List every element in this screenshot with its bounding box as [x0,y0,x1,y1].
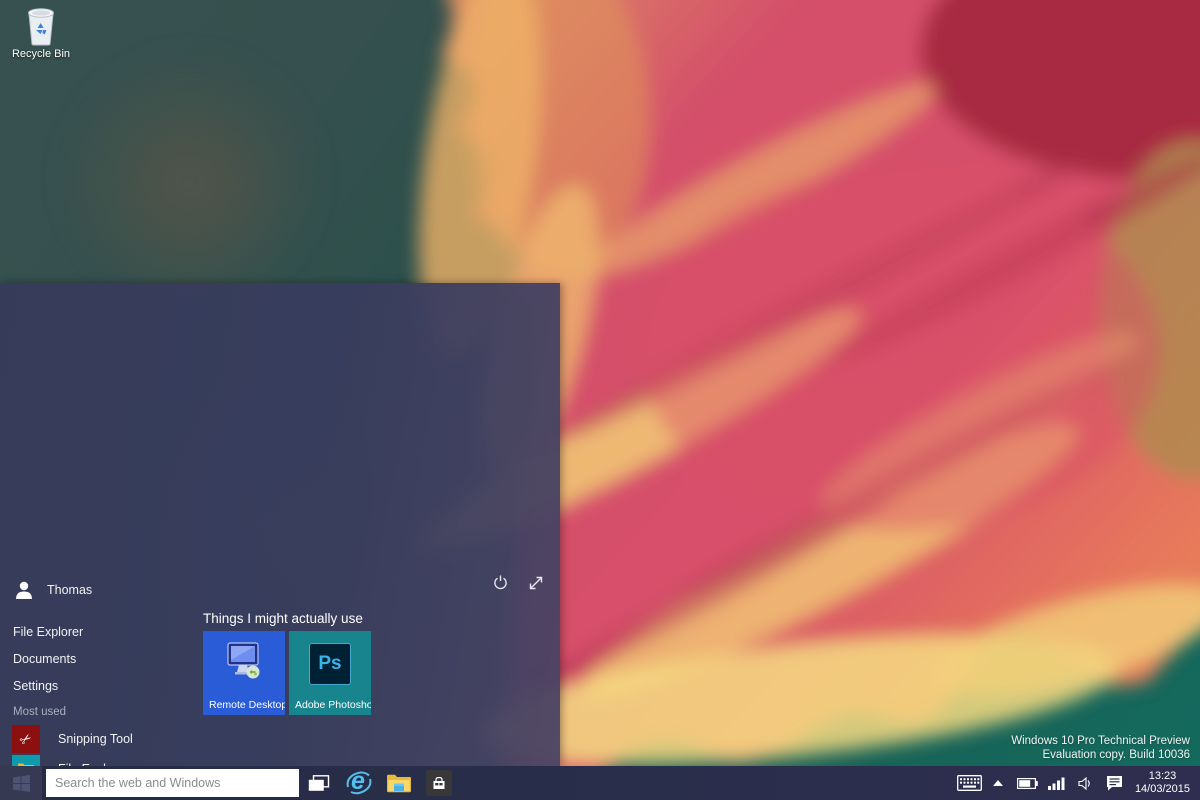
windows-logo-icon [13,775,30,792]
clock-date: 14/03/2015 [1135,783,1190,796]
battery-icon [1017,778,1038,789]
start-menu-item-file-explorer[interactable]: File Explorer [13,619,83,646]
chevron-up-icon [993,780,1003,786]
photoshop-tile-icon: Ps [289,643,371,685]
network-button[interactable] [1042,766,1071,800]
recycle-bin-icon [24,6,58,46]
task-view-button[interactable] [299,766,339,800]
clock-time: 13:23 [1135,770,1190,783]
battery-button[interactable] [1013,766,1042,800]
watermark-line2: Evaluation copy. Build 10036 [1011,748,1190,762]
tile-adobe-photoshop[interactable]: Ps Adobe Photoshop [289,631,371,715]
notifications-icon [1106,775,1123,791]
recycle-bin-desktop-icon[interactable]: Recycle Bin [8,6,74,60]
speaker-icon [1078,777,1092,790]
volume-button[interactable] [1071,766,1100,800]
start-menu-item-documents[interactable]: Documents [13,646,83,673]
start-menu-item-settings[interactable]: Settings [13,673,83,700]
user-avatar-icon [14,580,34,600]
clock[interactable]: 13:23 14/03/2015 [1129,770,1200,796]
expand-start-menu-button[interactable] [527,574,544,591]
background-blur-smudge [60,40,320,300]
watermark-line1: Windows 10 Pro Technical Preview [1011,734,1190,748]
user-account-button[interactable]: Thomas [14,580,92,600]
touch-keyboard-button[interactable] [955,766,984,800]
show-hidden-icons-button[interactable] [984,766,1013,800]
remote-desktop-tile-icon [203,641,285,681]
power-button[interactable] [492,574,509,591]
windows-store-button[interactable] [419,766,459,800]
recycle-bin-label: Recycle Bin [8,48,74,60]
keyboard-icon [957,775,982,791]
resize-diagonal-icon [528,575,544,591]
user-name: Thomas [47,583,92,597]
action-center-button[interactable] [1100,766,1129,800]
file-explorer-taskbar-icon [387,774,411,793]
tile-label: Adobe Photoshop [295,699,371,711]
system-tray: 13:23 14/03/2015 [955,766,1200,800]
search-input[interactable] [46,769,299,797]
taskbar: e [0,766,1200,800]
start-menu: Thomas File Explorer Documents Settings … [0,283,560,766]
network-signal-icon [1048,777,1065,790]
tile-label: Remote Desktop [209,699,285,711]
store-icon [426,770,452,796]
tile-group-title: Things I might actually use [203,611,363,626]
app-item-snipping-tool[interactable]: ✂ Snipping Tool [12,724,218,754]
power-icon [493,575,508,590]
snipping-tool-icon: ✂ [12,725,40,753]
task-view-icon [308,775,330,792]
most-used-header: Most used [13,706,66,718]
internet-explorer-button[interactable]: e [339,766,379,800]
file-explorer-button[interactable] [379,766,419,800]
internet-explorer-icon: e [346,770,372,796]
build-watermark: Windows 10 Pro Technical Preview Evaluat… [1011,734,1190,762]
tile-remote-desktop[interactable]: Remote Desktop [203,631,285,715]
start-button[interactable] [0,766,42,800]
